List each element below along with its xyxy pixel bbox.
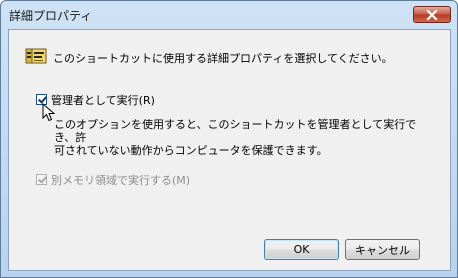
properties-icon	[25, 48, 47, 64]
dialog-description: このショートカットに使用する詳細プロパティを選択してください。	[53, 52, 393, 65]
separate-memory-checkbox[interactable]	[36, 174, 47, 185]
ok-button[interactable]: OK	[264, 239, 339, 260]
window-title: 詳細プロパティ	[9, 9, 93, 23]
run-as-admin-help-text: このオプションを使用すると、このショートカットを管理者として実行でき、許 可され…	[54, 118, 417, 157]
dialog-body: このショートカットに使用する詳細プロパティを選択してください。 管理者として実行…	[8, 29, 451, 271]
dialog-window: 詳細プロパティ このショートカットに使用する詳細プロパティを選択してください。 …	[0, 0, 458, 278]
title-bar[interactable]: 詳細プロパティ	[1, 1, 457, 29]
mouse-pointer-icon	[42, 103, 56, 122]
separate-memory-label[interactable]: 別メモリ領域で実行する(M)	[51, 172, 190, 188]
run-as-admin-label[interactable]: 管理者として実行(R)	[51, 92, 155, 108]
cancel-button[interactable]: キャンセル	[345, 239, 420, 260]
close-icon	[426, 9, 438, 20]
close-button[interactable]	[413, 6, 451, 23]
